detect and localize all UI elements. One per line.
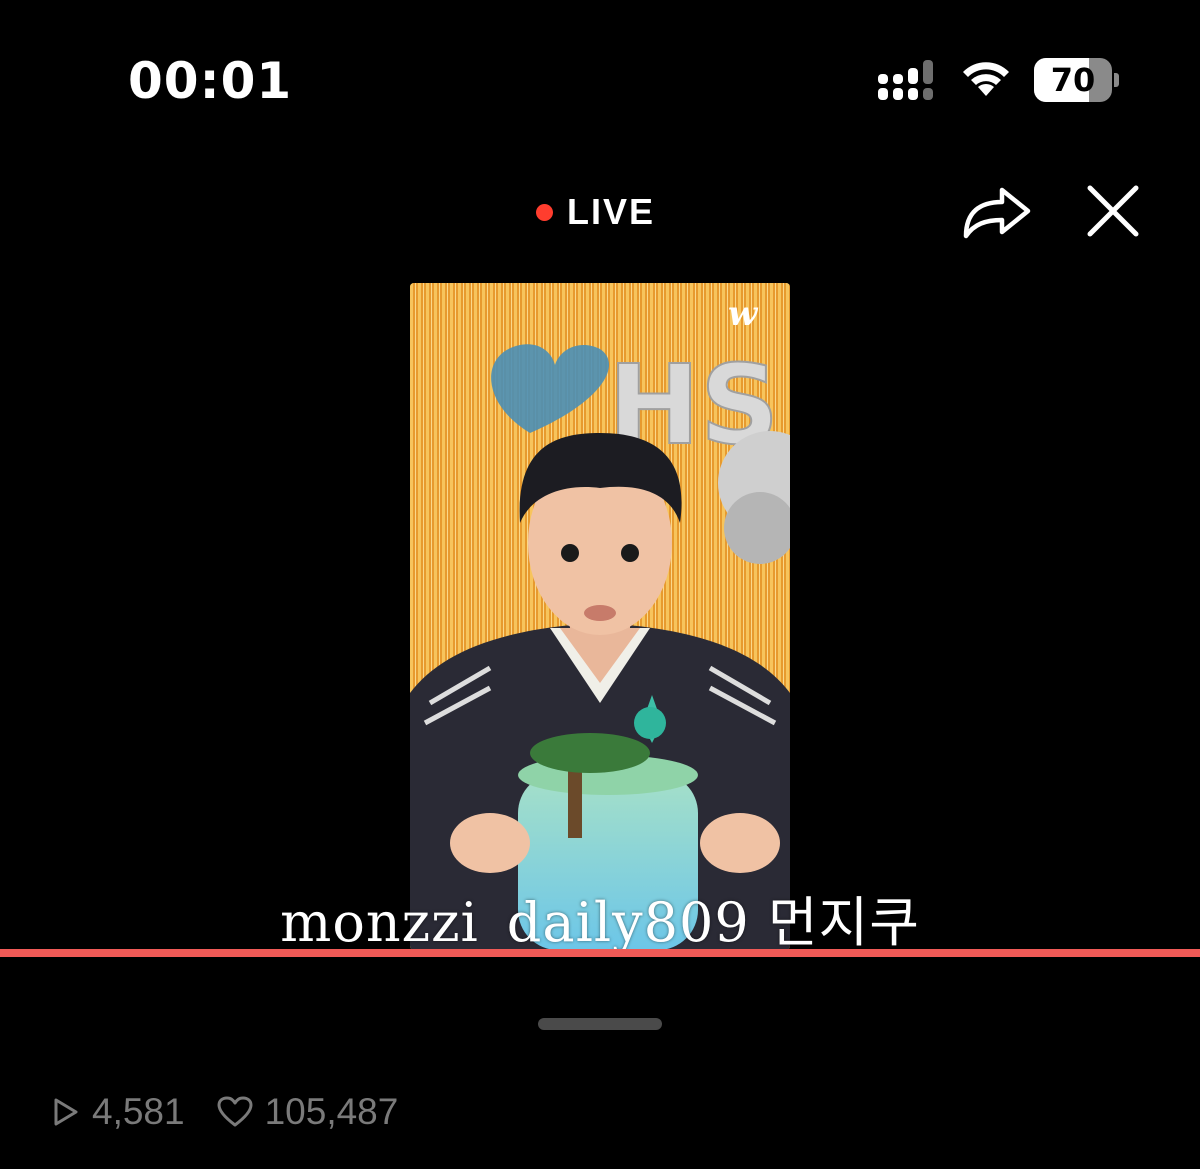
sheet-drag-handle[interactable] — [538, 1018, 662, 1030]
wifi-icon — [963, 62, 1009, 96]
weverse-logo: w — [728, 294, 759, 334]
close-button[interactable] — [1080, 178, 1146, 244]
heart-icon — [217, 1096, 253, 1127]
app-screen: 00:01 70 LIVE HS w monzzi_daily809 먼지쿠 4… — [0, 0, 1200, 1169]
like-count-stat: 105,487 — [217, 1091, 399, 1133]
live-dot-icon — [536, 203, 553, 221]
live-label: LIVE — [567, 191, 656, 232]
live-progress-bar[interactable] — [0, 949, 1200, 957]
cellular-signal-icon — [878, 60, 933, 100]
play-count-stat: 4,581 — [52, 1091, 185, 1133]
live-video[interactable]: HS w — [410, 283, 790, 950]
play-icon — [54, 1098, 78, 1126]
share-button[interactable] — [958, 178, 1036, 244]
fan-watermark-text: monzzi_daily809 먼지쿠 — [280, 891, 920, 954]
battery-percent: 70 — [1050, 61, 1096, 99]
live-indicator: LIVE — [536, 190, 655, 234]
battery-indicator: 70 — [1034, 58, 1119, 102]
video-frame-image: HS w — [410, 283, 790, 950]
progress-fill — [0, 949, 1200, 957]
stats-row: 4,581 105,487 — [52, 1090, 430, 1134]
like-count: 105,487 — [264, 1091, 399, 1132]
play-count: 4,581 — [92, 1091, 185, 1132]
status-time: 00:01 — [128, 52, 293, 110]
